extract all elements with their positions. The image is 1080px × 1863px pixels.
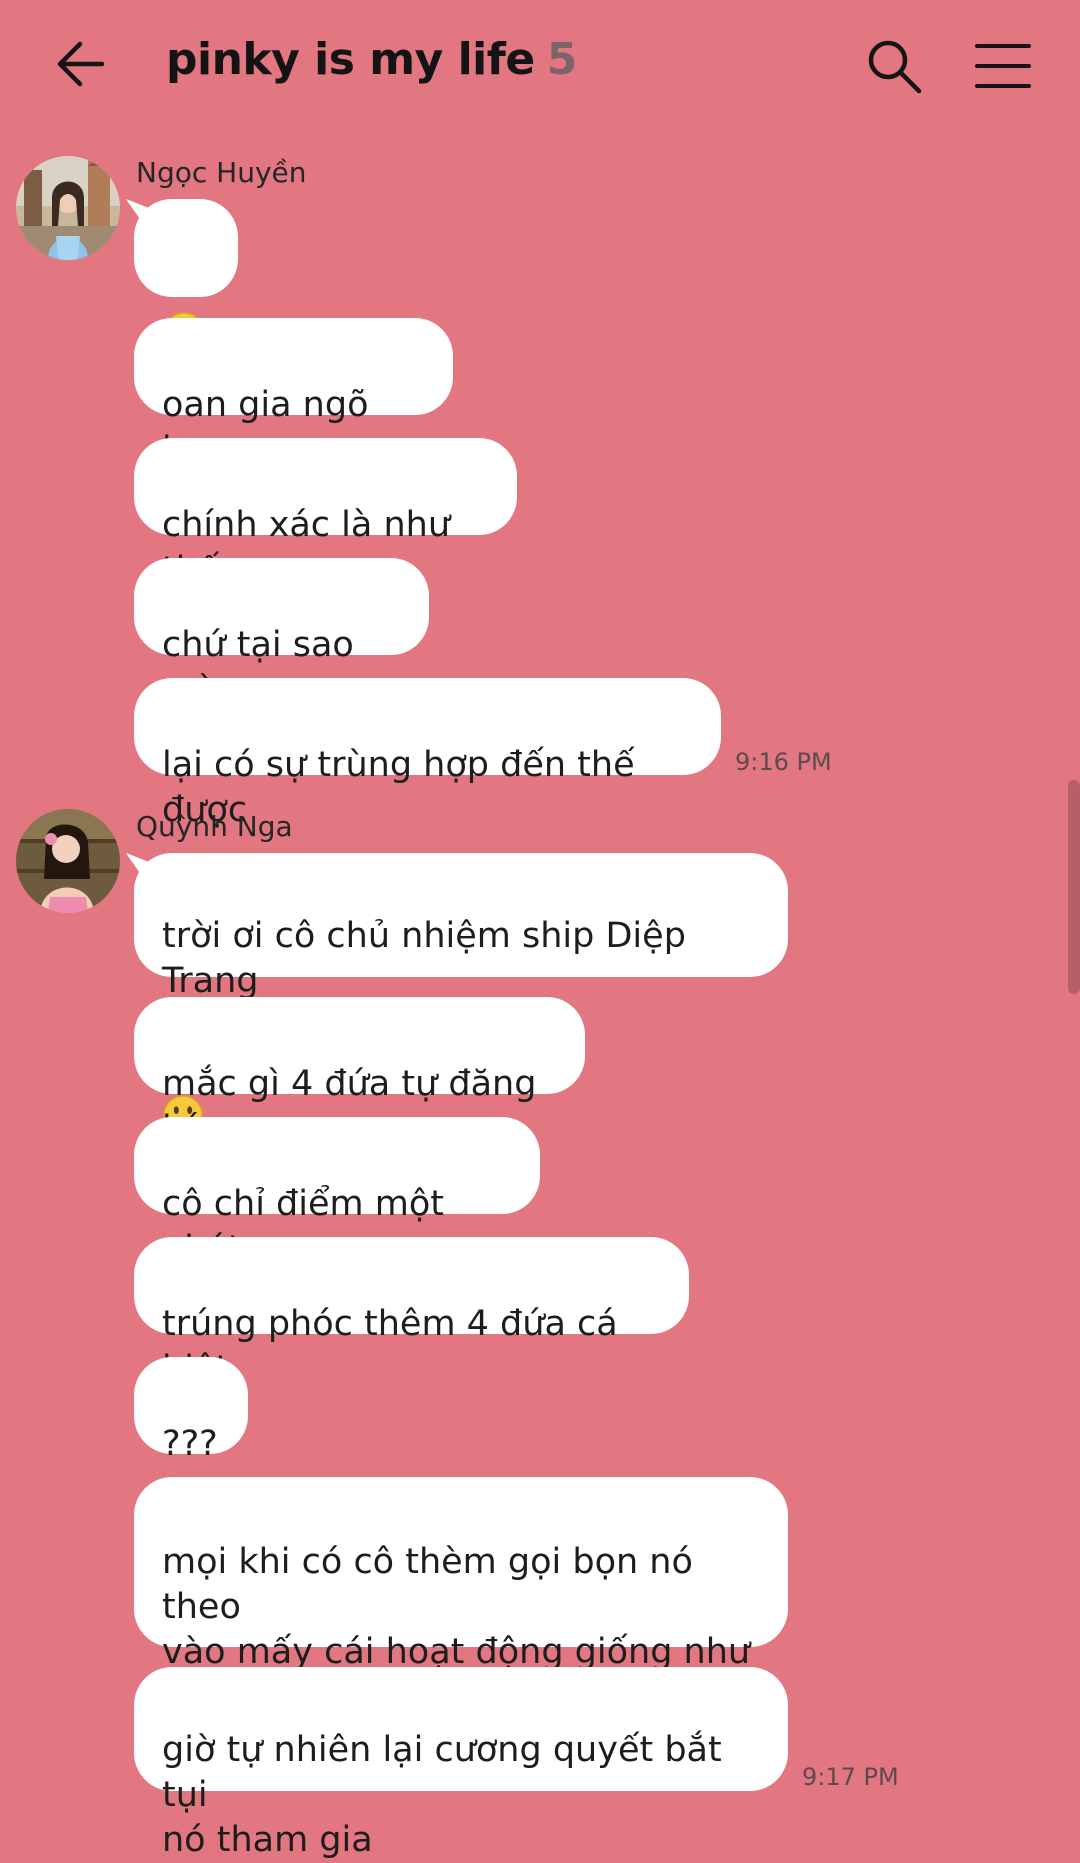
sender-name: Quỳnh Nga [136,810,293,843]
message-text: ??? [162,1424,218,1464]
message-bubble[interactable]: ??? [134,1357,248,1464]
profile-photo-icon [16,809,120,913]
arrow-left-icon [57,41,105,87]
search-button[interactable] [864,36,924,96]
profile-photo-icon [16,156,120,260]
chat-header: pinky is my life 5 [0,0,1080,130]
avatar-quynh-nga[interactable] [16,809,120,913]
message-bubble[interactable]: cô chỉ điểm một phát [134,1117,540,1269]
message-bubble[interactable]: trời ơi cô chủ nhiệm ship Diệp Trang Ngọ… [134,853,788,1135]
message-text: giờ tự nhiên lại cương quyết bắt tụi nó … [162,1730,722,1860]
search-icon [868,40,922,94]
message-bubble[interactable]: mọi khi có cô thèm gọi bọn nó theo vào m… [134,1477,788,1717]
avatar-ngoc-huyen[interactable] [16,156,120,260]
message-timestamp: 9:17 PM [802,1763,899,1791]
chat-title: pinky is my life 5 [166,34,577,85]
message-bubble[interactable]: chính xác là như thế [134,438,517,590]
scrollbar[interactable] [1068,780,1080,994]
group-name: pinky is my life [166,34,535,85]
message-bubble[interactable] [134,199,238,354]
member-count: 5 [546,34,578,85]
message-bubble[interactable]: mắc gì 4 đứa tự đăng ký [134,997,585,1149]
message-bubble[interactable]: chứ tại sao mà [134,558,429,710]
message-bubble[interactable]: lại có sự trùng hợp đến thế được [134,678,721,830]
hamburger-menu-icon [975,44,1031,88]
message-timestamp: 9:16 PM [735,748,832,776]
message-bubble[interactable]: oan gia ngõ hẹp [134,318,453,470]
back-button[interactable] [52,36,108,92]
message-bubble[interactable]: giờ tự nhiên lại cương quyết bắt tụi nó … [134,1667,788,1860]
menu-button[interactable] [974,38,1032,94]
sender-name: Ngọc Huyền [136,156,307,189]
message-bubble[interactable]: trúng phóc thêm 4 đứa cá biệt [134,1237,689,1389]
